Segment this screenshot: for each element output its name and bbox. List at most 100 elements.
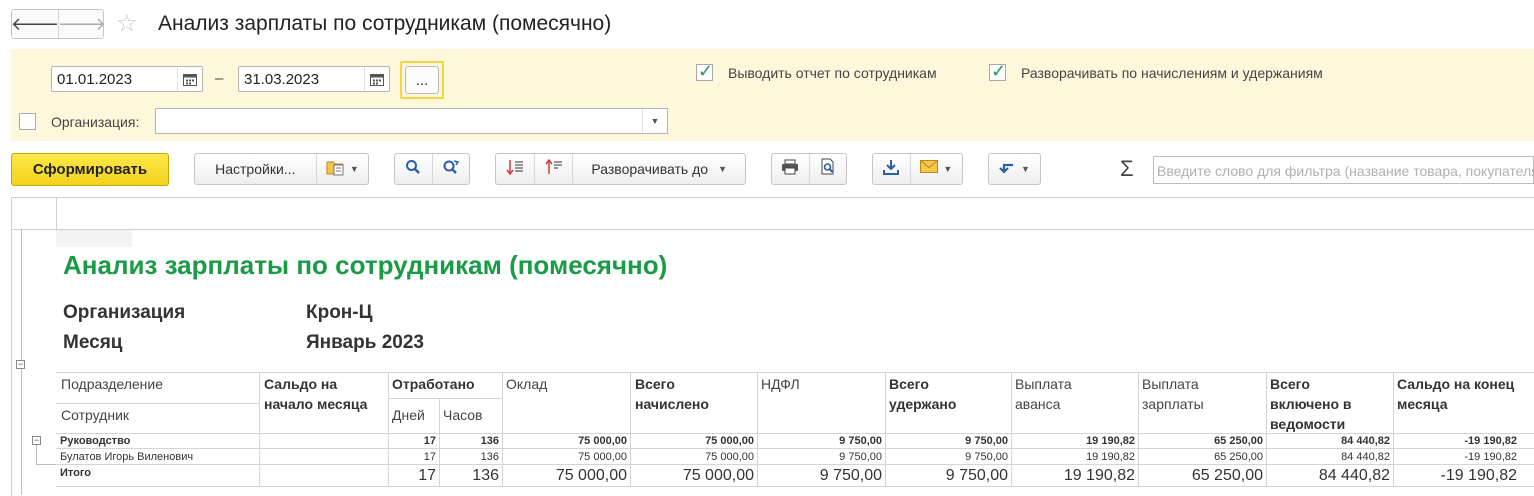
cell-statement: 84 440,82: [1341, 435, 1390, 447]
expand-accruals-label: Разворачивать по начислениям и удержания…: [1021, 65, 1323, 81]
sum-icon[interactable]: Σ: [1120, 156, 1134, 182]
cell-accrued: 75 000,00: [682, 467, 754, 484]
back-button[interactable]: 🡐: [10, 10, 60, 38]
print-preview-icon: [820, 158, 836, 180]
header-days: Дней: [392, 407, 425, 423]
collapse-groups-button[interactable]: [496, 154, 534, 184]
collapse-group-icon[interactable]: −: [32, 436, 41, 445]
cell-advance: 19 190,82: [1086, 435, 1135, 447]
expand-accruals-checkbox[interactable]: ✓: [989, 61, 1007, 81]
organization-checkbox[interactable]: [19, 113, 36, 130]
forward-button[interactable]: 🡒: [57, 10, 107, 38]
header-saldo-start: Сальдо на начало месяца: [264, 376, 368, 412]
generate-report-button[interactable]: Сформировать: [11, 153, 169, 186]
calendar-icon[interactable]: [364, 67, 389, 91]
group-tree-line: [36, 464, 56, 465]
print-button-group: [771, 153, 847, 185]
grid-line: [56, 486, 1534, 487]
date-to-field[interactable]: 31.03.2023: [238, 66, 390, 92]
send-email-button[interactable]: ▼: [909, 154, 962, 184]
window-title: Анализ зарплаты по сотрудникам (помесячн…: [158, 12, 612, 35]
dropdown-arrow-icon: ▼: [943, 164, 953, 174]
print-button[interactable]: [772, 154, 809, 184]
arrow-right-icon: 🡒: [57, 13, 107, 34]
settings-button[interactable]: Настройки...: [195, 154, 316, 184]
export-button-group: ▼: [872, 153, 963, 185]
date-separator: –: [215, 70, 224, 87]
more-actions-segment: ▼: [989, 154, 1040, 184]
header-saldo-end: Сальдо на конец месяца: [1397, 376, 1515, 412]
cell-accrued: 75 000,00: [705, 435, 754, 447]
show-by-employees-checkbox[interactable]: ✓: [696, 61, 714, 81]
header-total-statement: Всего включено в ведомости: [1270, 376, 1352, 432]
expand-to-button[interactable]: Разворачивать до ▼: [572, 154, 745, 184]
collapse-list-icon: [506, 159, 524, 180]
printer-icon: [781, 159, 799, 180]
settings-button-group: Настройки... ▼: [194, 153, 369, 185]
print-preview-button[interactable]: [808, 154, 847, 184]
header-employee: Сотрудник: [61, 407, 130, 423]
cell-statement: 84 440,82: [1318, 467, 1390, 484]
header-hours: Часов: [443, 407, 483, 423]
more-actions-button[interactable]: ▼: [988, 153, 1041, 185]
collapse-group-icon[interactable]: −: [16, 360, 25, 369]
cell-salary: 75 000,00: [578, 435, 627, 447]
month-meta-label: Месяц: [63, 332, 123, 353]
period-select-button[interactable]: ...: [400, 61, 444, 99]
cell-statement: 84 440,82: [1341, 451, 1390, 463]
cell-ndfl: 9 750,00: [839, 435, 882, 447]
date-to-value: 31.03.2023: [244, 71, 320, 88]
cell-days: 17: [423, 451, 436, 463]
header-salary: Оклад: [506, 376, 548, 392]
cell-salary: 75 000,00: [555, 467, 627, 484]
cell-withheld: 9 750,00: [965, 435, 1008, 447]
header-division: Подразделение: [61, 376, 164, 392]
calendar-icon[interactable]: [177, 67, 202, 91]
filter-search-input[interactable]: Введите слово для фильтра (название това…: [1153, 156, 1534, 184]
return-arrow-icon: [999, 160, 1015, 179]
folder-report-icon: [326, 158, 346, 181]
organization-input[interactable]: ▼: [155, 108, 668, 134]
checkmark-icon: ✓: [698, 61, 714, 81]
expand-groups-button[interactable]: [533, 154, 573, 184]
search-refresh-icon: [442, 159, 460, 180]
header-advance: Выплата аванса: [1015, 376, 1072, 412]
download-icon: [883, 159, 900, 180]
search-icon: [405, 159, 421, 180]
cell-days: 17: [418, 467, 436, 484]
cell-hours: 136: [472, 467, 499, 484]
variants-button[interactable]: ▼: [315, 154, 368, 184]
grid-line: [388, 398, 502, 399]
row-label: Булатов Игорь Виленович: [60, 451, 194, 463]
row-label: Итого: [60, 467, 92, 479]
dropdown-arrow-icon[interactable]: ▼: [642, 109, 667, 133]
grid-line: [56, 372, 1534, 373]
favorite-star-icon[interactable]: ☆: [116, 10, 138, 38]
show-by-employees-label: Выводить отчет по сотрудникам: [728, 65, 937, 81]
cell-hours: 136: [480, 435, 499, 447]
period-select-label: ...: [405, 66, 439, 94]
save-button[interactable]: [873, 154, 910, 184]
organization-meta-value: Крон-Ц: [306, 302, 373, 323]
date-from-field[interactable]: 01.01.2023: [51, 66, 203, 92]
grid-line: [56, 403, 259, 404]
cell-payment: 65 250,00: [1214, 451, 1263, 463]
cell-payment: 65 250,00: [1214, 435, 1263, 447]
expand-list-icon: [544, 158, 563, 180]
checkmark-icon: ✓: [991, 61, 1007, 81]
dropdown-arrow-icon: ▼: [718, 164, 727, 174]
report-gutter-divider: [56, 197, 57, 229]
cell-accrued: 75 000,00: [705, 451, 754, 463]
arrow-left-icon: 🡐: [10, 13, 60, 34]
cell-salary: 75 000,00: [578, 451, 627, 463]
find-button[interactable]: [395, 154, 432, 184]
find-next-button[interactable]: [431, 154, 470, 184]
cell-saldo-end: -19 190,82: [1440, 467, 1517, 484]
grouping-button-group: Разворачивать до ▼: [495, 153, 746, 185]
cell-saldo-end: -19 190,82: [1464, 451, 1517, 463]
report-title: Анализ зарплаты по сотрудникам (помесячн…: [63, 250, 668, 280]
cell-withheld: 9 750,00: [945, 467, 1008, 484]
cell-saldo-end: -19 190,82: [1464, 435, 1517, 447]
organization-label: Организация:: [51, 114, 140, 130]
header-total-accrued: Всего начислено: [635, 376, 709, 412]
